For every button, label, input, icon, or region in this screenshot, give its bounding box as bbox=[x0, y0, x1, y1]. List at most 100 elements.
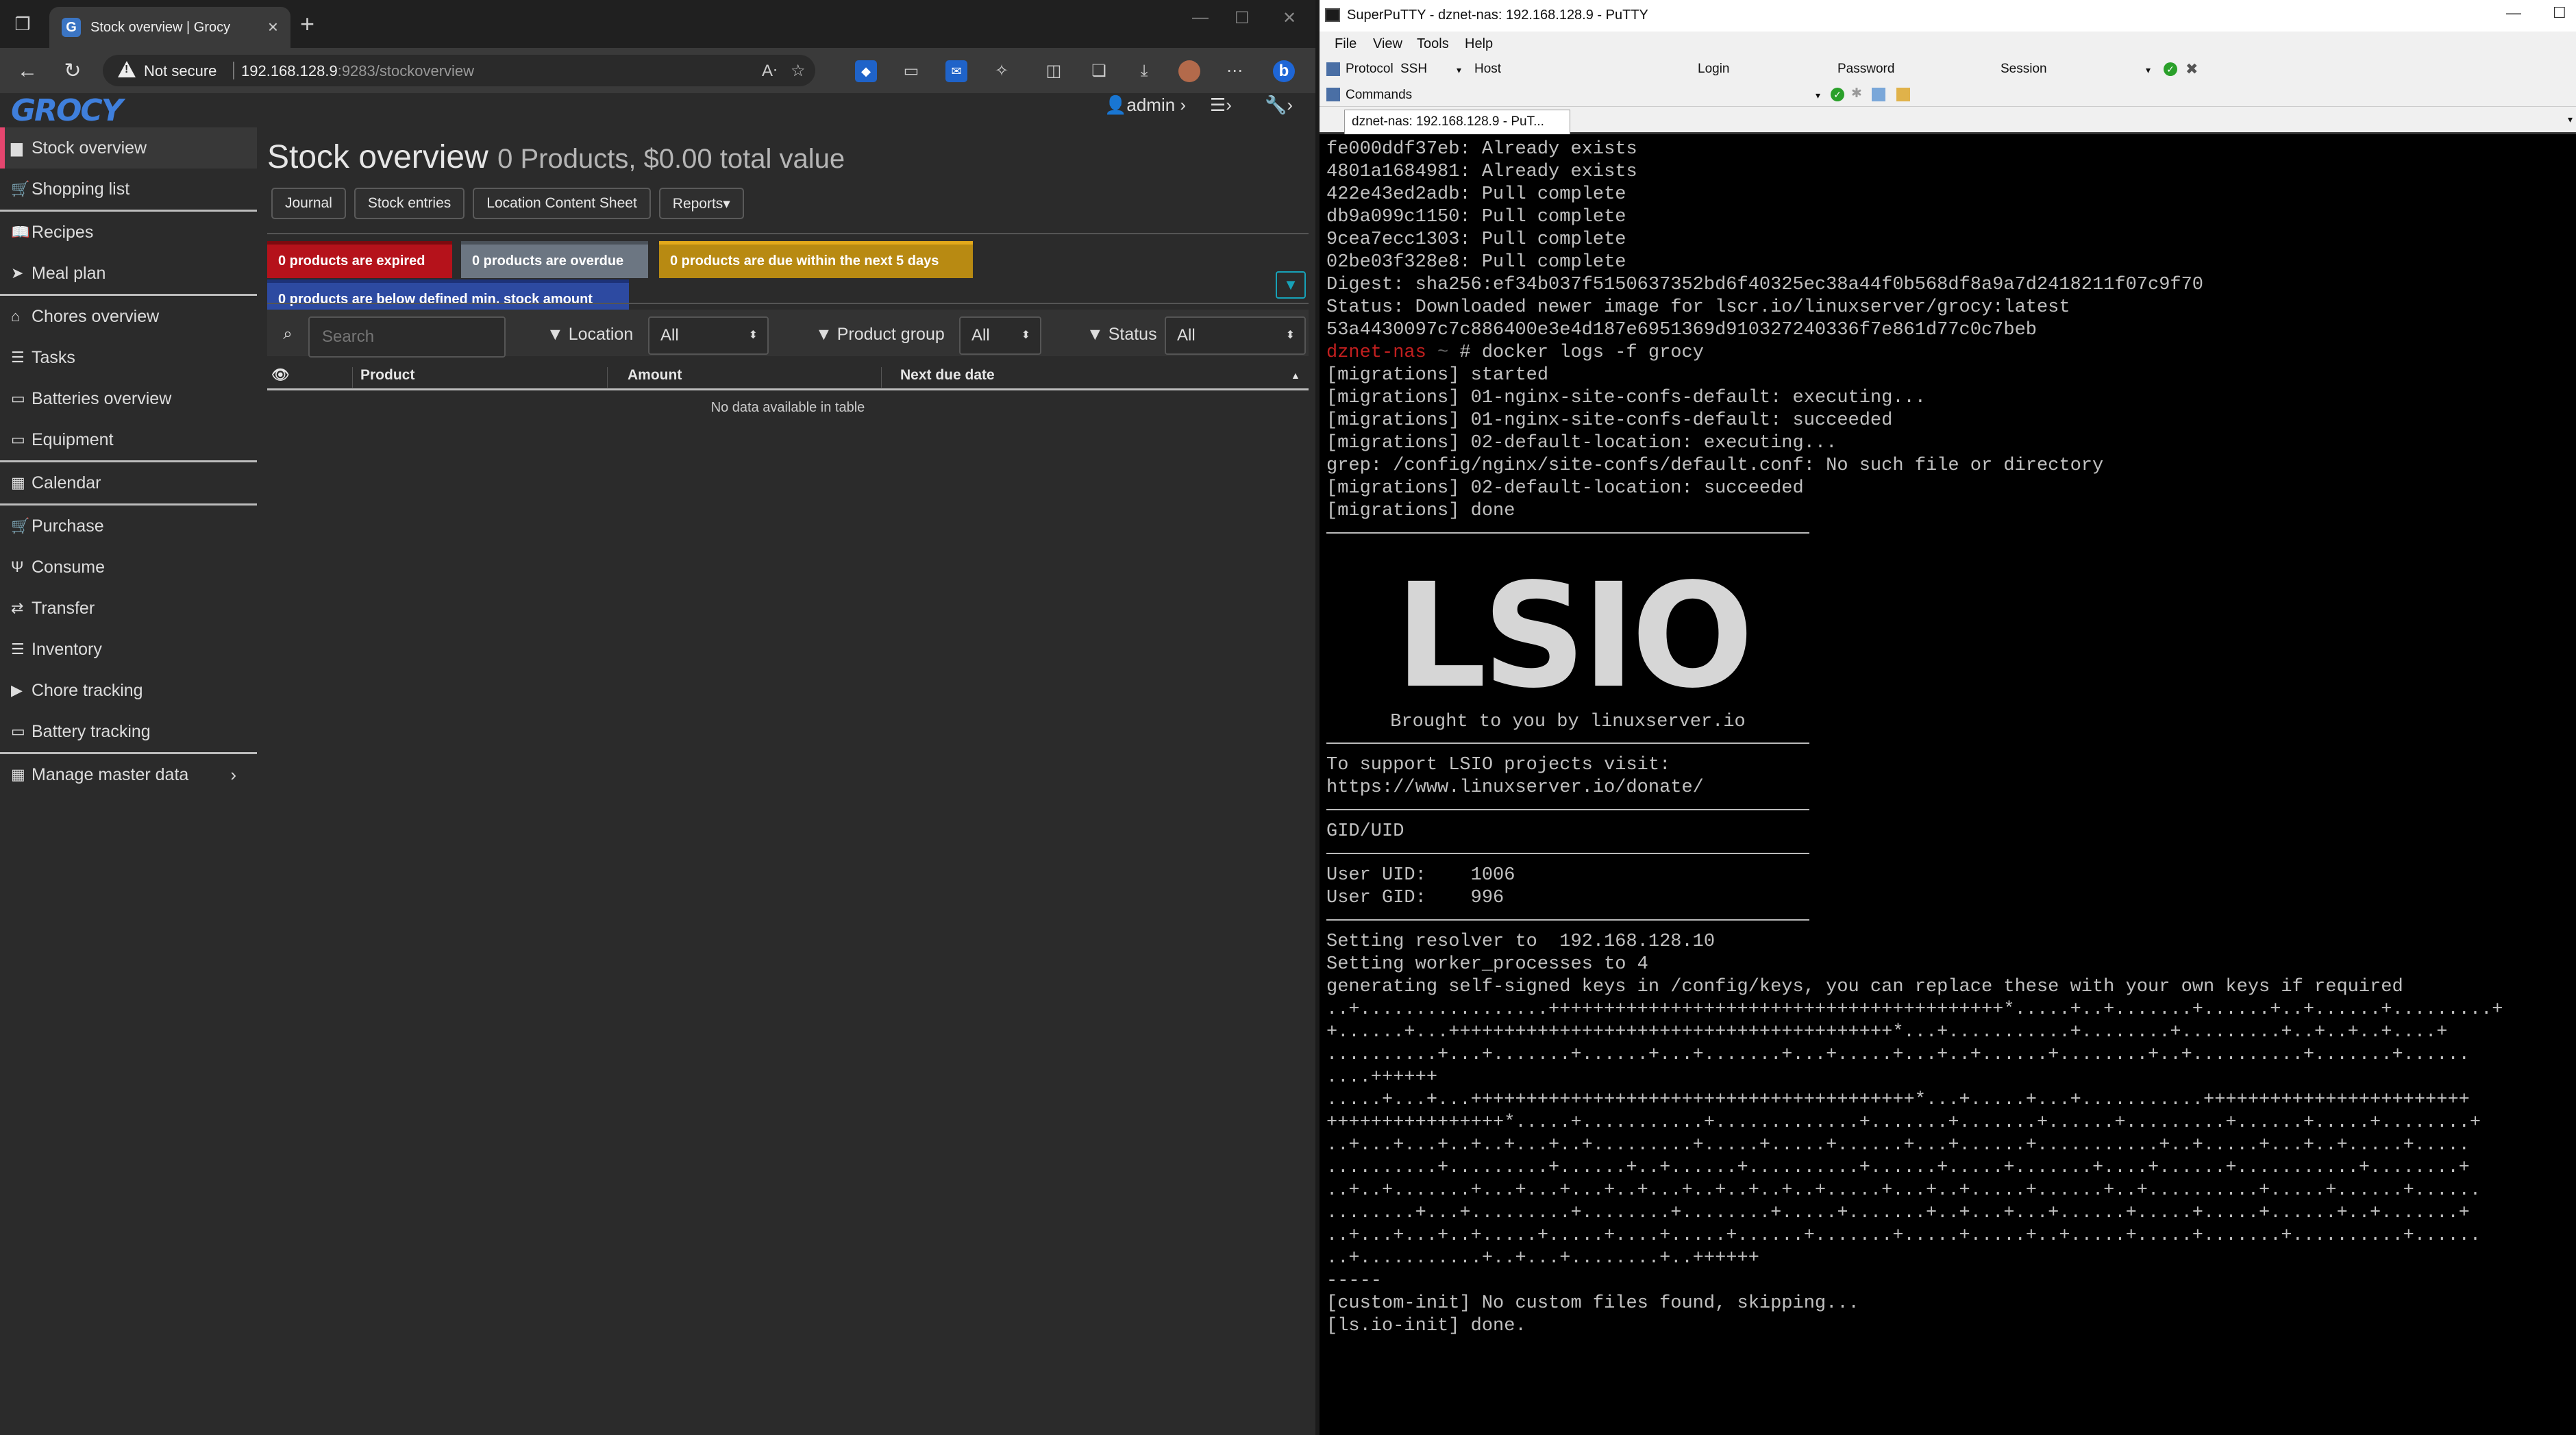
tab-list-dropdown-icon[interactable]: ▾ bbox=[2568, 114, 2573, 125]
terminal-line: To support LSIO projects visit: bbox=[1326, 755, 1671, 775]
folder-icon[interactable] bbox=[1896, 88, 1910, 101]
commands-label: Commands bbox=[1346, 88, 1413, 102]
sidebar-item-batteries-overview[interactable]: ▭ Batteries overview bbox=[0, 378, 257, 419]
send-command-check-icon[interactable]: ✓ bbox=[1831, 88, 1844, 101]
minimize-icon[interactable]: — bbox=[1192, 8, 1209, 27]
page-title-text: Stock overview bbox=[267, 139, 488, 175]
new-tab-button[interactable]: + bbox=[300, 10, 314, 38]
user-menu[interactable]: 👤admin › bbox=[1104, 95, 1186, 116]
journal-button[interactable]: Journal bbox=[271, 188, 346, 219]
box-icon: ▆ bbox=[11, 139, 23, 156]
sidebar-item-recipes[interactable]: 📖 Recipes bbox=[0, 212, 257, 253]
column-header-next-due-date[interactable]: Next due date bbox=[900, 367, 995, 384]
terminal-line: 9cea7ecc1303: Pull complete bbox=[1326, 229, 1626, 250]
sidebar-item-chores-overview[interactable]: ⌂ Chores overview bbox=[0, 296, 257, 337]
bitwarden-extension-icon[interactable]: ◆ bbox=[855, 60, 877, 82]
session-tab[interactable]: dznet-nas: 192.168.128.9 - PuT... bbox=[1344, 110, 1570, 134]
favorite-star-icon[interactable]: ☆ bbox=[791, 61, 806, 81]
refresh-icon[interactable] bbox=[1872, 88, 1885, 101]
search-input[interactable] bbox=[308, 316, 506, 358]
sidebar-item-calendar[interactable]: ▦ Calendar bbox=[0, 462, 257, 503]
location-content-sheet-button[interactable]: Location Content Sheet bbox=[473, 188, 651, 219]
sidebar-item-consume[interactable]: Ψ Consume bbox=[0, 547, 257, 588]
url-field[interactable]: Not secure 192.168.128.9:9283/stockoverv… bbox=[103, 55, 815, 86]
menu-tools[interactable]: Tools bbox=[1417, 36, 1449, 52]
connect-check-icon[interactable]: ✓ bbox=[2164, 62, 2177, 76]
split-screen-icon[interactable]: ◫ bbox=[1043, 60, 1065, 82]
protocol-dropdown-icon[interactable]: ▾ bbox=[1457, 64, 1461, 76]
close-window-icon[interactable]: ✕ bbox=[1283, 8, 1296, 28]
refresh-icon[interactable]: ↻ bbox=[59, 58, 86, 85]
grocy-logo[interactable]: GROCY bbox=[11, 93, 123, 128]
sidebar-item-shopping-list[interactable]: 🛒 Shopping list bbox=[0, 169, 257, 210]
search-group: ⌕ bbox=[267, 316, 506, 358]
sidebar-item-label: Stock overview bbox=[32, 138, 147, 158]
home-icon: ⌂ bbox=[11, 308, 21, 325]
column-header-product[interactable]: Product bbox=[360, 367, 414, 384]
expired-badge[interactable]: 0 products are expired bbox=[267, 241, 452, 278]
session-dropdown-icon[interactable]: ▾ bbox=[2146, 64, 2151, 76]
minimize-icon[interactable]: — bbox=[2506, 4, 2521, 22]
maximize-icon[interactable]: ☐ bbox=[2553, 4, 2566, 22]
sidebar-item-tasks[interactable]: ☰ Tasks bbox=[0, 337, 257, 378]
tab-actions-icon[interactable]: ❐ bbox=[11, 12, 34, 36]
terminal-line: ........+...+.........+........+........… bbox=[1326, 1203, 2470, 1223]
column-header-amount[interactable]: Amount bbox=[628, 367, 682, 384]
sidebar-item-purchase[interactable]: 🛒 Purchase bbox=[0, 506, 257, 547]
terminal-line: ..+...+...+..+.....+.....+....+.....+...… bbox=[1326, 1225, 2481, 1246]
product-group-select[interactable]: All ⬍ bbox=[959, 316, 1041, 355]
sidebar-item-transfer[interactable]: ⇄ Transfer bbox=[0, 588, 257, 629]
terminal-line: 422e43ed2adb: Pull complete bbox=[1326, 184, 1626, 205]
sidebar-item-inventory[interactable]: ☰ Inventory bbox=[0, 629, 257, 670]
terminal-line: 02be03f328e8: Pull complete bbox=[1326, 252, 1626, 273]
column-visibility-eye-icon[interactable]: 👁 bbox=[271, 367, 290, 384]
stock-entries-button[interactable]: Stock entries bbox=[354, 188, 465, 219]
extensions-puzzle-icon[interactable]: ✧ bbox=[991, 60, 1013, 82]
security-status: Not secure bbox=[144, 62, 217, 79]
wrench-icon[interactable]: 🔧› bbox=[1265, 95, 1293, 116]
sidebar-item-chore-tracking[interactable]: ▶ Chore tracking bbox=[0, 670, 257, 711]
settings-sliders-icon[interactable]: ☰› bbox=[1210, 95, 1232, 116]
gear-icon[interactable]: ✱ bbox=[1851, 86, 1862, 101]
terminal-output[interactable]: fe000ddf37eb: Already exists 4801a1684981… bbox=[1326, 138, 2576, 1338]
filter-toggle-button[interactable]: ▼ bbox=[1276, 271, 1306, 299]
bing-copilot-icon[interactable]: b bbox=[1273, 60, 1295, 82]
profile-avatar[interactable] bbox=[1178, 60, 1200, 82]
terminal-line: Status: Downloaded newer image for lscr.… bbox=[1326, 297, 2070, 318]
reports-dropdown-button[interactable]: Reports▾ bbox=[658, 188, 744, 219]
location-select[interactable]: All ⬍ bbox=[648, 316, 769, 355]
sidebar-item-meal-plan[interactable]: ➤ Meal plan bbox=[0, 253, 257, 294]
due-soon-badge[interactable]: 0 products are due within the next 5 day… bbox=[659, 241, 973, 278]
maximize-icon[interactable]: ☐ bbox=[1235, 8, 1250, 28]
menu-view[interactable]: View bbox=[1373, 36, 1402, 52]
menu-file[interactable]: File bbox=[1335, 36, 1357, 52]
sidebar-item-manage-master-data[interactable]: ▦ Manage master data › bbox=[0, 754, 257, 795]
extension-icon[interactable]: ▭ bbox=[900, 60, 922, 82]
overdue-badge[interactable]: 0 products are overdue bbox=[461, 241, 648, 278]
menu-help[interactable]: Help bbox=[1465, 36, 1493, 52]
close-tab-icon[interactable]: × bbox=[268, 16, 278, 38]
read-aloud-icon[interactable]: Aᐧ bbox=[762, 61, 777, 81]
sidebar-item-equipment[interactable]: ▭ Equipment bbox=[0, 419, 257, 460]
prompt-path: ~ bbox=[1437, 342, 1449, 363]
downloads-icon[interactable]: ⤓ bbox=[1133, 60, 1155, 82]
protocol-select[interactable]: SSH bbox=[1400, 62, 1427, 77]
putty-window-title: SuperPuTTY - dznet-nas: 192.168.128.9 - … bbox=[1347, 8, 1648, 23]
sidebar-item-label: Chore tracking bbox=[32, 680, 143, 700]
outlook-extension-icon[interactable]: ✉ bbox=[945, 60, 967, 82]
sidebar-item-stock-overview[interactable]: ▆ Stock overview bbox=[0, 127, 257, 169]
terminal-line: User UID: 1006 bbox=[1326, 865, 1515, 886]
protocol-icon bbox=[1326, 62, 1340, 76]
status-select[interactable]: All ⬍ bbox=[1165, 316, 1306, 355]
collections-icon[interactable]: ❏ bbox=[1088, 60, 1110, 82]
sidebar-item-label: Chores overview bbox=[32, 306, 160, 326]
more-menu-icon[interactable]: ⋯ bbox=[1224, 60, 1246, 82]
url-path: :9283/stockoverview bbox=[337, 62, 475, 79]
browser-tab-active[interactable]: G Stock overview | Grocy × bbox=[49, 7, 290, 48]
commands-dropdown-icon[interactable]: ▾ bbox=[1816, 90, 1820, 101]
logo-text: GROCY bbox=[11, 93, 123, 128]
sidebar-item-battery-tracking[interactable]: ▭ Battery tracking bbox=[0, 711, 257, 752]
sort-asc-icon[interactable]: ▲ bbox=[1291, 370, 1300, 381]
clear-x-icon[interactable]: ✖ bbox=[2185, 62, 2199, 77]
back-arrow-icon[interactable]: ← bbox=[14, 58, 41, 85]
